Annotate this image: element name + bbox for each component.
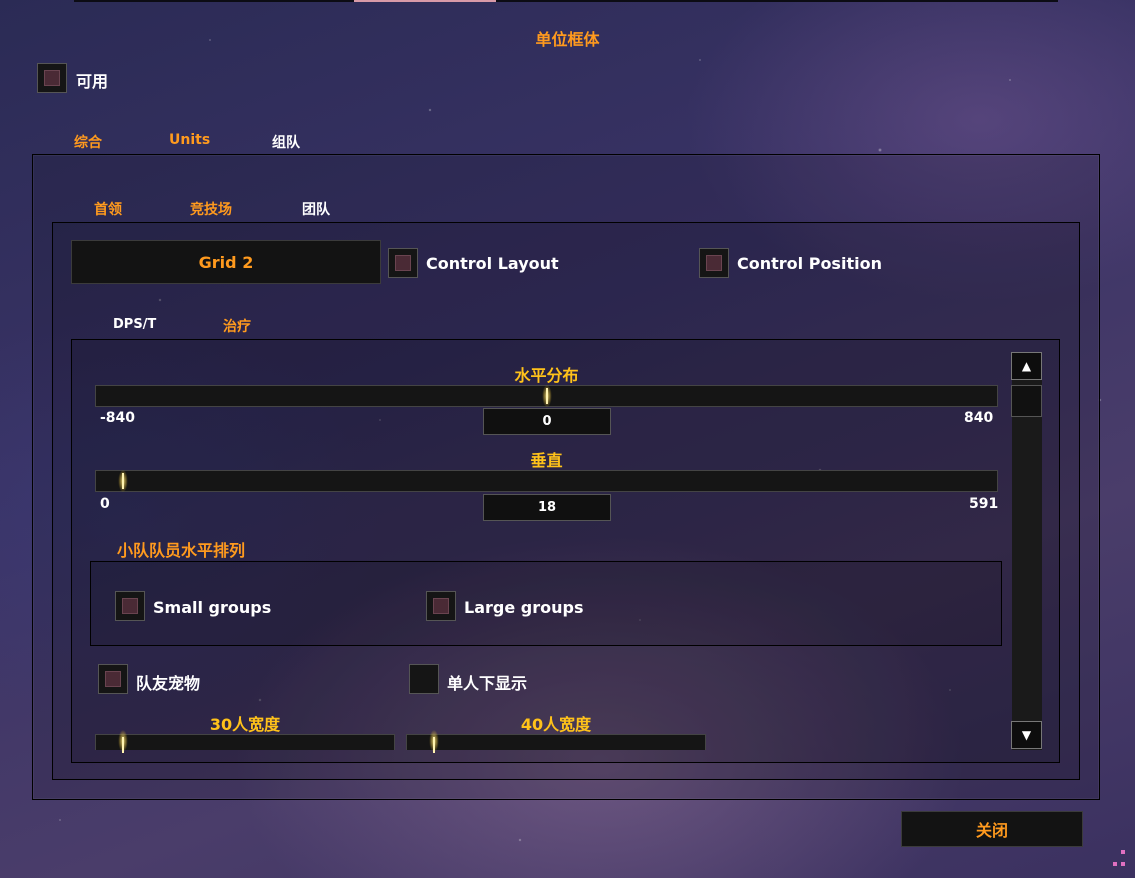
show-solo-label: 单人下显示 [447,674,528,693]
horizontal-value-input[interactable]: 0 [483,408,611,435]
vertical-slider[interactable] [95,465,998,497]
control-position-checkbox[interactable] [699,248,729,278]
enable-checkbox[interactable] [37,63,67,93]
width-30-slider[interactable] [95,729,395,753]
width-40-title: 40人宽度 [520,715,592,734]
party-pets-checkbox[interactable] [98,664,128,694]
window-title: 单位框体 [535,30,600,49]
scroll-down-button[interactable]: ▼ [1011,721,1042,749]
scrollbar-thumb[interactable] [1011,385,1042,417]
show-solo-checkbox[interactable] [409,664,439,694]
vertical-slider-title: 垂直 [530,451,563,470]
tab-dps-tank[interactable]: DPS/T [113,317,156,332]
control-layout-label: Control Layout [426,254,559,273]
width-40-slider[interactable] [406,729,706,753]
vertical-value-input[interactable]: 18 [483,494,611,521]
width-30-slider-thumb[interactable] [117,729,128,753]
party-pets-label: 队友宠物 [136,674,201,693]
vertical-slider-thumb[interactable] [118,465,129,497]
control-layout-checkbox[interactable] [388,248,418,278]
scroll-up-button[interactable]: ▲ [1011,352,1042,380]
large-groups-checkbox[interactable] [426,591,456,621]
top-divider [74,0,1058,2]
grid-dropdown[interactable]: Grid 2 [71,240,381,284]
triangle-down-icon: ▼ [1021,728,1032,742]
close-button[interactable]: 关闭 [901,811,1083,847]
small-groups-checkbox[interactable] [115,591,145,621]
width-30-title: 30人宽度 [209,715,281,734]
group-sort-title: 小队队员水平排列 [117,541,246,560]
control-position-label: Control Position [737,254,882,273]
width-40-slider-thumb[interactable] [428,729,439,753]
vertical-min: 0 [100,496,110,512]
vertical-max: 591 [969,496,999,512]
tab-healer[interactable]: 治疗 [223,316,251,336]
tab-raid[interactable]: 团队 [302,199,330,219]
tab-units[interactable]: Units [169,132,210,148]
horizontal-min: -840 [100,410,136,426]
top-divider-accent [354,0,496,2]
small-groups-label: Small groups [153,598,272,617]
large-groups-label: Large groups [464,598,584,617]
resize-grip-icon[interactable] [1109,850,1125,866]
enable-label: 可用 [76,72,109,91]
horizontal-slider[interactable] [95,380,998,412]
tab-general[interactable]: 综合 [74,132,102,152]
tab-arena[interactable]: 竞技场 [190,199,232,219]
tab-party[interactable]: 组队 [272,132,300,152]
triangle-up-icon: ▲ [1021,359,1032,373]
horizontal-max: 840 [964,410,994,426]
tab-boss[interactable]: 首领 [94,199,122,219]
